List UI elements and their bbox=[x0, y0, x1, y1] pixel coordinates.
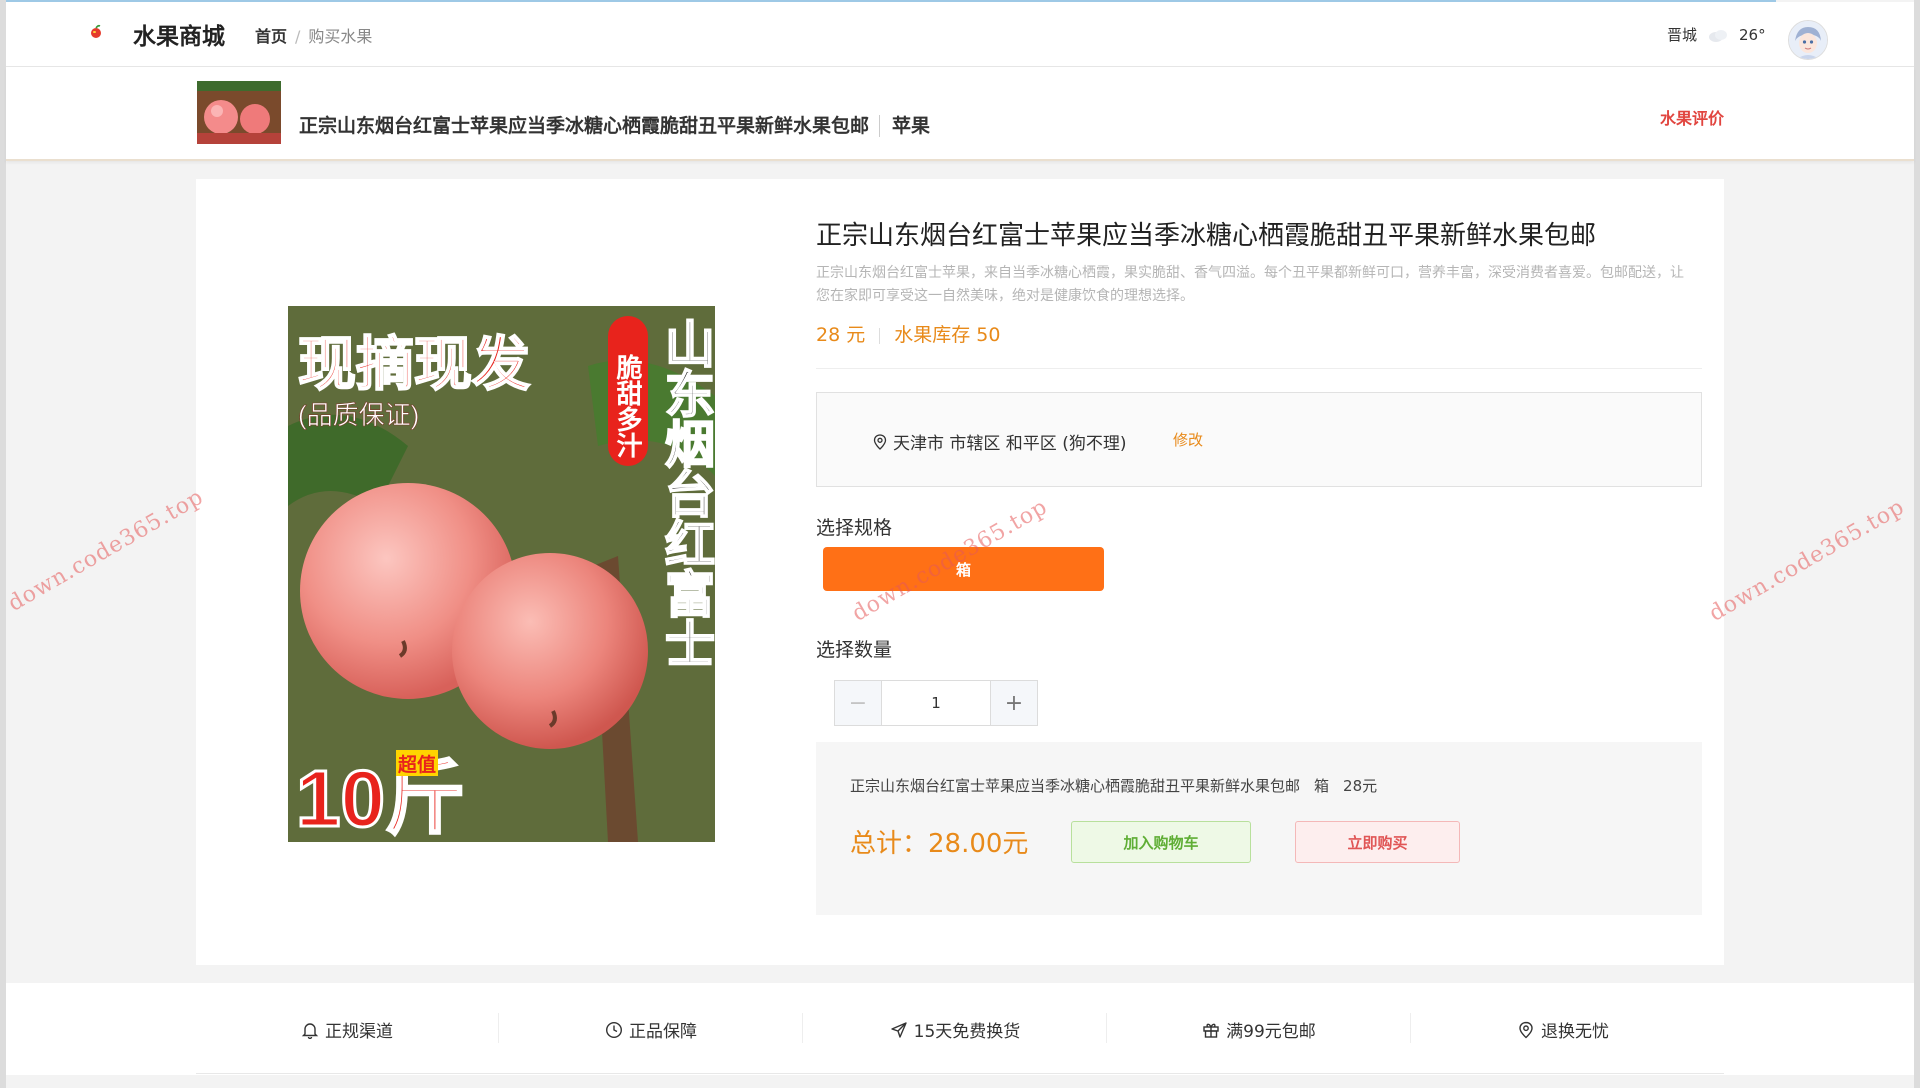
location-icon bbox=[1519, 1021, 1533, 1038]
image-badge: 脆甜多汁 bbox=[613, 353, 643, 458]
quantity-stepper: − 1 + bbox=[834, 680, 1038, 726]
summary-price: 28元 bbox=[1343, 777, 1378, 795]
fruit-review-link[interactable]: 水果评价 bbox=[1660, 105, 1724, 129]
bell-icon bbox=[301, 1022, 319, 1039]
feature-divider bbox=[498, 1013, 499, 1043]
product-description: 正宗山东烟台红富士苹果，来自当季冰糖心栖霞，果实脆甜、香气四溢。每个丑平果都新鲜… bbox=[816, 265, 1684, 304]
summary-spec: 箱 bbox=[1314, 777, 1330, 795]
summary-product-name: 正宗山东烟台红富士苹果应当季冰糖心栖霞脆甜丑平果新鲜水果包邮 bbox=[850, 777, 1301, 795]
location-pin-icon bbox=[873, 433, 887, 450]
product-title: 正宗山东烟台红富士苹果应当季冰糖心栖霞脆甜丑平果新鲜水果包邮 bbox=[816, 221, 1597, 251]
service-features-bar: 正规渠道 正品保障 15天免费换货 满99元包邮 退换无忧 bbox=[6, 983, 1914, 1075]
quantity-increase-button[interactable]: + bbox=[990, 681, 1037, 725]
address-text: 天津市 市辖区 和平区 (狗不理) bbox=[893, 434, 1127, 454]
quantity-decrease-button[interactable]: − bbox=[835, 681, 882, 725]
image-weight: 10斤 bbox=[296, 754, 465, 842]
feature-divider bbox=[1410, 1013, 1411, 1043]
feature-item: 退换无忧 bbox=[1412, 1017, 1714, 1042]
quantity-label: 选择数量 bbox=[816, 639, 893, 661]
quantity-input[interactable]: 1 bbox=[882, 681, 990, 725]
clock-icon bbox=[605, 1021, 623, 1038]
subheader-category: 苹果 bbox=[879, 115, 931, 137]
address-box: 天津市 市辖区 和平区 (狗不理) 修改 bbox=[816, 392, 1702, 487]
weather-city: 晋城 bbox=[1667, 26, 1698, 44]
feature-label: 退换无忧 bbox=[1541, 1022, 1609, 1042]
weather-widget: 晋城 26° bbox=[1667, 24, 1766, 45]
address-edit-link[interactable]: 修改 bbox=[1173, 429, 1203, 450]
feature-item: 正品保障 bbox=[500, 1017, 802, 1042]
summary-total: 总计：28.00元 bbox=[850, 829, 1029, 859]
breadcrumb: 首页 / 购买水果 bbox=[255, 23, 372, 47]
buy-now-button[interactable]: 立即购买 bbox=[1295, 821, 1460, 863]
cloudy-icon bbox=[1709, 29, 1728, 42]
feature-label: 正品保障 bbox=[629, 1022, 697, 1042]
product-image: 现摘现发 (品质保证) 脆甜多汁 山东烟台红富士 10斤 超值 bbox=[288, 306, 715, 842]
product-thumbnail[interactable] bbox=[197, 81, 281, 144]
brand-title[interactable]: 水果商城 bbox=[133, 17, 225, 51]
features-bottom-line bbox=[196, 1073, 1724, 1074]
price-divider bbox=[879, 327, 881, 344]
feature-divider bbox=[1106, 1013, 1107, 1043]
window-frame-right bbox=[1914, 0, 1920, 1088]
feature-item: 满99元包邮 bbox=[1108, 1017, 1410, 1042]
breadcrumb-home[interactable]: 首页 bbox=[255, 27, 287, 46]
avatar-icon bbox=[1789, 21, 1827, 59]
feature-label: 正规渠道 bbox=[325, 1022, 393, 1042]
product-stock: 水果库存 50 bbox=[894, 324, 1001, 346]
feature-item: 正规渠道 bbox=[196, 1017, 498, 1042]
product-subheader: 正宗山东烟台红富士苹果应当季冰糖心栖霞脆甜丑平果新鲜水果包邮 苹果 水果评价 bbox=[6, 67, 1914, 161]
product-price: 28 元 bbox=[816, 324, 866, 346]
image-vertical-title: 山东烟台红富士 bbox=[658, 318, 715, 668]
feature-item: 15天免费换货 bbox=[804, 1017, 1106, 1042]
add-to-cart-button[interactable]: 加入购物车 bbox=[1071, 821, 1251, 863]
feature-divider bbox=[802, 1013, 803, 1043]
breadcrumb-separator: / bbox=[295, 27, 301, 46]
image-headline: 现摘现发 bbox=[298, 332, 530, 397]
order-summary: 正宗山东烟台红富士苹果应当季冰糖心栖霞脆甜丑平果新鲜水果包邮箱 28元 总计：28… bbox=[816, 742, 1702, 915]
product-card: 现摘现发 (品质保证) 脆甜多汁 山东烟台红富士 10斤 超值 正宗山东烟台红富… bbox=[196, 179, 1724, 965]
subheader-title: 正宗山东烟台红富士苹果应当季冰糖心栖霞脆甜丑平果新鲜水果包邮 苹果 bbox=[299, 111, 931, 138]
apple-logo-icon[interactable] bbox=[88, 24, 104, 40]
gift-icon bbox=[1203, 1023, 1219, 1038]
summary-line: 正宗山东烟台红富士苹果应当季冰糖心栖霞脆甜丑平果新鲜水果包邮箱 28元 bbox=[850, 775, 1391, 796]
image-value-tag: 超值 bbox=[397, 753, 436, 776]
feature-label: 满99元包邮 bbox=[1226, 1022, 1316, 1042]
feature-label: 15天免费换货 bbox=[913, 1022, 1021, 1042]
weather-temperature: 26° bbox=[1739, 25, 1766, 44]
send-icon bbox=[890, 1021, 907, 1038]
user-avatar[interactable] bbox=[1788, 20, 1828, 60]
section-divider bbox=[816, 368, 1702, 369]
image-quality-tag: (品质保证) bbox=[298, 400, 419, 430]
top-header: 水果商城 首页 / 购买水果 晋城 26° bbox=[6, 2, 1914, 67]
address-line: 天津市 市辖区 和平区 (狗不理) bbox=[873, 429, 1126, 454]
window-frame-left bbox=[0, 0, 6, 1088]
price-stock-line: 28 元 水果库存 50 bbox=[816, 320, 1000, 347]
watermark: down.code365.top bbox=[1705, 494, 1910, 627]
spec-label: 选择规格 bbox=[816, 517, 893, 539]
watermark: down.code365.top bbox=[4, 484, 209, 617]
subheader-product-name: 正宗山东烟台红富士苹果应当季冰糖心栖霞脆甜丑平果新鲜水果包邮 bbox=[299, 115, 870, 137]
breadcrumb-current: 购买水果 bbox=[308, 27, 373, 46]
